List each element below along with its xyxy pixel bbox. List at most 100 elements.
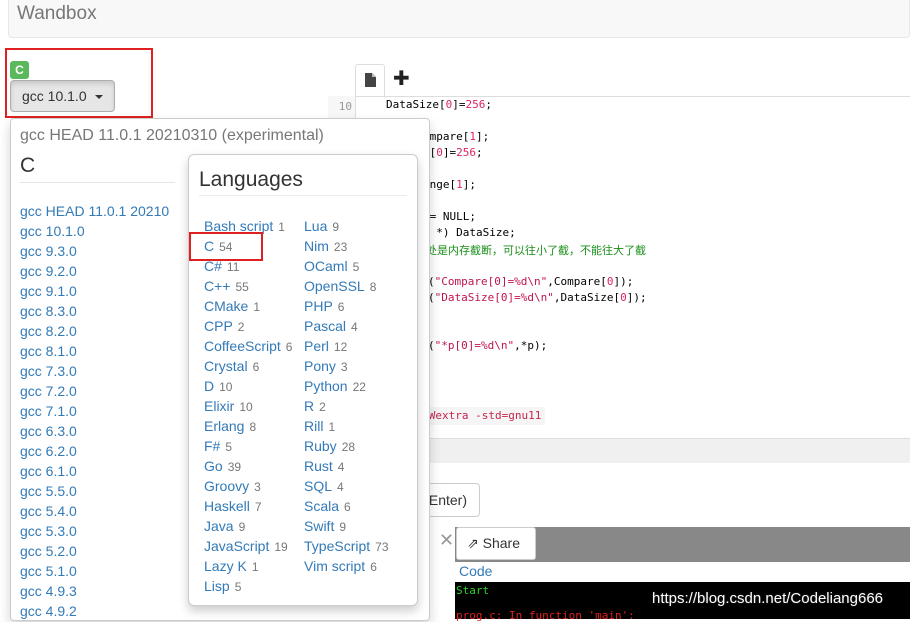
compiler-list-item[interactable]: gcc 7.1.0 [20,401,170,421]
tab-code[interactable]: Code [459,563,492,579]
language-item[interactable]: Ruby 28 [304,436,404,456]
output-start-text: Start [456,584,490,597]
language-compiler-count: 6 [285,340,293,354]
language-item[interactable]: Crystal 6 [204,356,304,376]
share-button[interactable]: ⇗ Share [456,527,536,560]
language-item[interactable]: PHP 6 [304,296,404,316]
compiler-list-item[interactable]: gcc 7.3.0 [20,361,170,381]
language-compiler-count: 6 [337,300,345,314]
language-item[interactable]: Go 39 [204,456,304,476]
language-name: Java [204,518,234,534]
compiler-list-item[interactable]: gcc 6.1.0 [20,461,170,481]
language-name: PHP [304,298,333,314]
language-item[interactable]: Pascal 4 [304,316,404,336]
compiler-list-item[interactable]: gcc 5.3.0 [20,521,170,541]
languages-divider [199,195,407,196]
language-item[interactable]: Python 22 [304,376,404,396]
language-compiler-count: 4 [337,480,344,494]
code-line: e[0]=256; [423,146,483,159]
compiler-list-item[interactable]: gcc 5.4.0 [20,501,170,521]
code-line: DataSize[0]=256; [386,98,492,111]
compiler-list-item[interactable]: gcc 9.1.0 [20,281,170,301]
language-item[interactable]: CMake 1 [204,296,304,316]
code-line: p= NULL; [423,210,476,223]
language-name: TypeScript [304,538,371,554]
brand-logo[interactable]: Wandbox [17,3,97,25]
compiler-list-item[interactable]: gcc 9.3.0 [20,241,170,261]
language-item[interactable]: Perl 12 [304,336,404,356]
language-item[interactable]: D 10 [204,376,304,396]
editor-status-bar [355,438,910,463]
language-item[interactable]: R2 [304,396,404,416]
compiler-list-item[interactable]: gcc 7.2.0 [20,381,170,401]
language-item[interactable]: SQL 4 [304,476,404,496]
language-item[interactable]: Rust 4 [304,456,404,476]
language-item[interactable]: Java 9 [204,516,304,536]
file-tab[interactable] [355,64,385,96]
add-file-icon[interactable]: ✚ [393,66,410,91]
language-item[interactable]: Rill 1 [304,416,404,436]
language-item[interactable]: CPP 2 [204,316,304,336]
compiler-list-item[interactable]: gcc 6.2.0 [20,441,170,461]
share-button-label: Share [482,535,520,551]
language-item[interactable]: Nim 23 [304,236,404,256]
language-compiler-count: 2 [319,400,326,414]
compiler-list-item[interactable]: gcc HEAD 11.0.1 20210310 [20,201,170,221]
language-compiler-count: 39 [227,460,242,474]
language-item[interactable]: Swift 9 [304,516,404,536]
language-name: D [204,378,215,394]
language-item[interactable]: OCaml 5 [304,256,404,276]
language-item[interactable]: Pony 3 [304,356,404,376]
compiler-list-item[interactable]: gcc 8.2.0 [20,321,170,341]
compiler-list-item[interactable]: gcc 8.3.0 [20,301,170,321]
language-item[interactable]: Elixir 10 [204,396,304,416]
compiler-list-item[interactable]: gcc 4.9.3 [20,581,170,601]
language-compiler-count: 6 [344,500,351,514]
code-line: ompare[1]; [423,130,490,143]
language-item[interactable]: Lazy K 1 [204,556,304,576]
language-item[interactable]: Vim script 6 [304,556,404,576]
language-name: JavaScript [204,538,270,554]
language-name: Pony [304,358,336,374]
language-compiler-count: 73 [375,540,389,554]
language-item[interactable]: CoffeeScript 6 [204,336,304,356]
compiler-list-item[interactable]: gcc 5.1.0 [20,561,170,581]
language-item[interactable]: Lua 9 [304,216,404,236]
languages-column-left: Bash script 1 C 54 C# 11 C++ 55 CMake 1 CPP 2 Coffee… [204,216,304,596]
compiler-list-item[interactable]: gcc 5.2.0 [20,541,170,561]
language-item[interactable]: OpenSSL 8 [304,276,404,296]
language-name: Python [304,378,348,394]
compiler-list-item[interactable]: gcc 4.9.2 [20,601,170,619]
language-name: Rill [304,418,324,434]
compiler-list-item[interactable]: gcc 10.1.0 [20,221,170,241]
language-compiler-count: 6 [370,560,377,574]
close-icon[interactable]: ✕ [439,530,454,551]
language-item[interactable]: C++ 55 [204,276,304,296]
language-compiler-count: 22 [352,380,366,394]
share-icon: ⇗ [467,535,479,551]
language-name: Pascal [304,318,347,334]
language-name: Groovy [204,478,250,494]
compiler-list-item[interactable]: gcc 8.1.0 [20,341,170,361]
compiler-list: gcc HEAD 11.0.1 20210310gcc 10.1.0gcc 9.… [20,201,170,619]
language-item[interactable]: Haskell 7 [204,496,304,516]
language-compiler-count: 4 [337,460,345,474]
language-name: C++ [204,278,231,294]
compiler-list-item[interactable]: gcc 9.2.0 [20,261,170,281]
language-item[interactable]: Erlang 8 [204,416,304,436]
dropdown-header-compiler[interactable]: gcc HEAD 11.0.1 20210310 (experimental) [20,127,324,145]
highlight-box-language-c [189,232,263,261]
code-line: ("DataSize[0]=%d\n",DataSize[0]); [428,291,647,304]
language-item[interactable]: Scala 6 [304,496,404,516]
compiler-list-item[interactable]: gcc 6.3.0 [20,421,170,441]
language-item[interactable]: JavaScript 19 [204,536,304,556]
dropdown-divider [20,182,175,183]
language-item[interactable]: F# 5 [204,436,304,456]
compiler-list-item[interactable]: gcc 5.5.0 [20,481,170,501]
language-compiler-count: 12 [333,340,348,354]
language-item[interactable]: TypeScript 73 [304,536,404,556]
language-item[interactable]: Lisp 5 [204,576,304,596]
language-name: R [304,398,315,414]
code-line: e *) DataSize; [423,226,516,239]
language-item[interactable]: Groovy 3 [204,476,304,496]
